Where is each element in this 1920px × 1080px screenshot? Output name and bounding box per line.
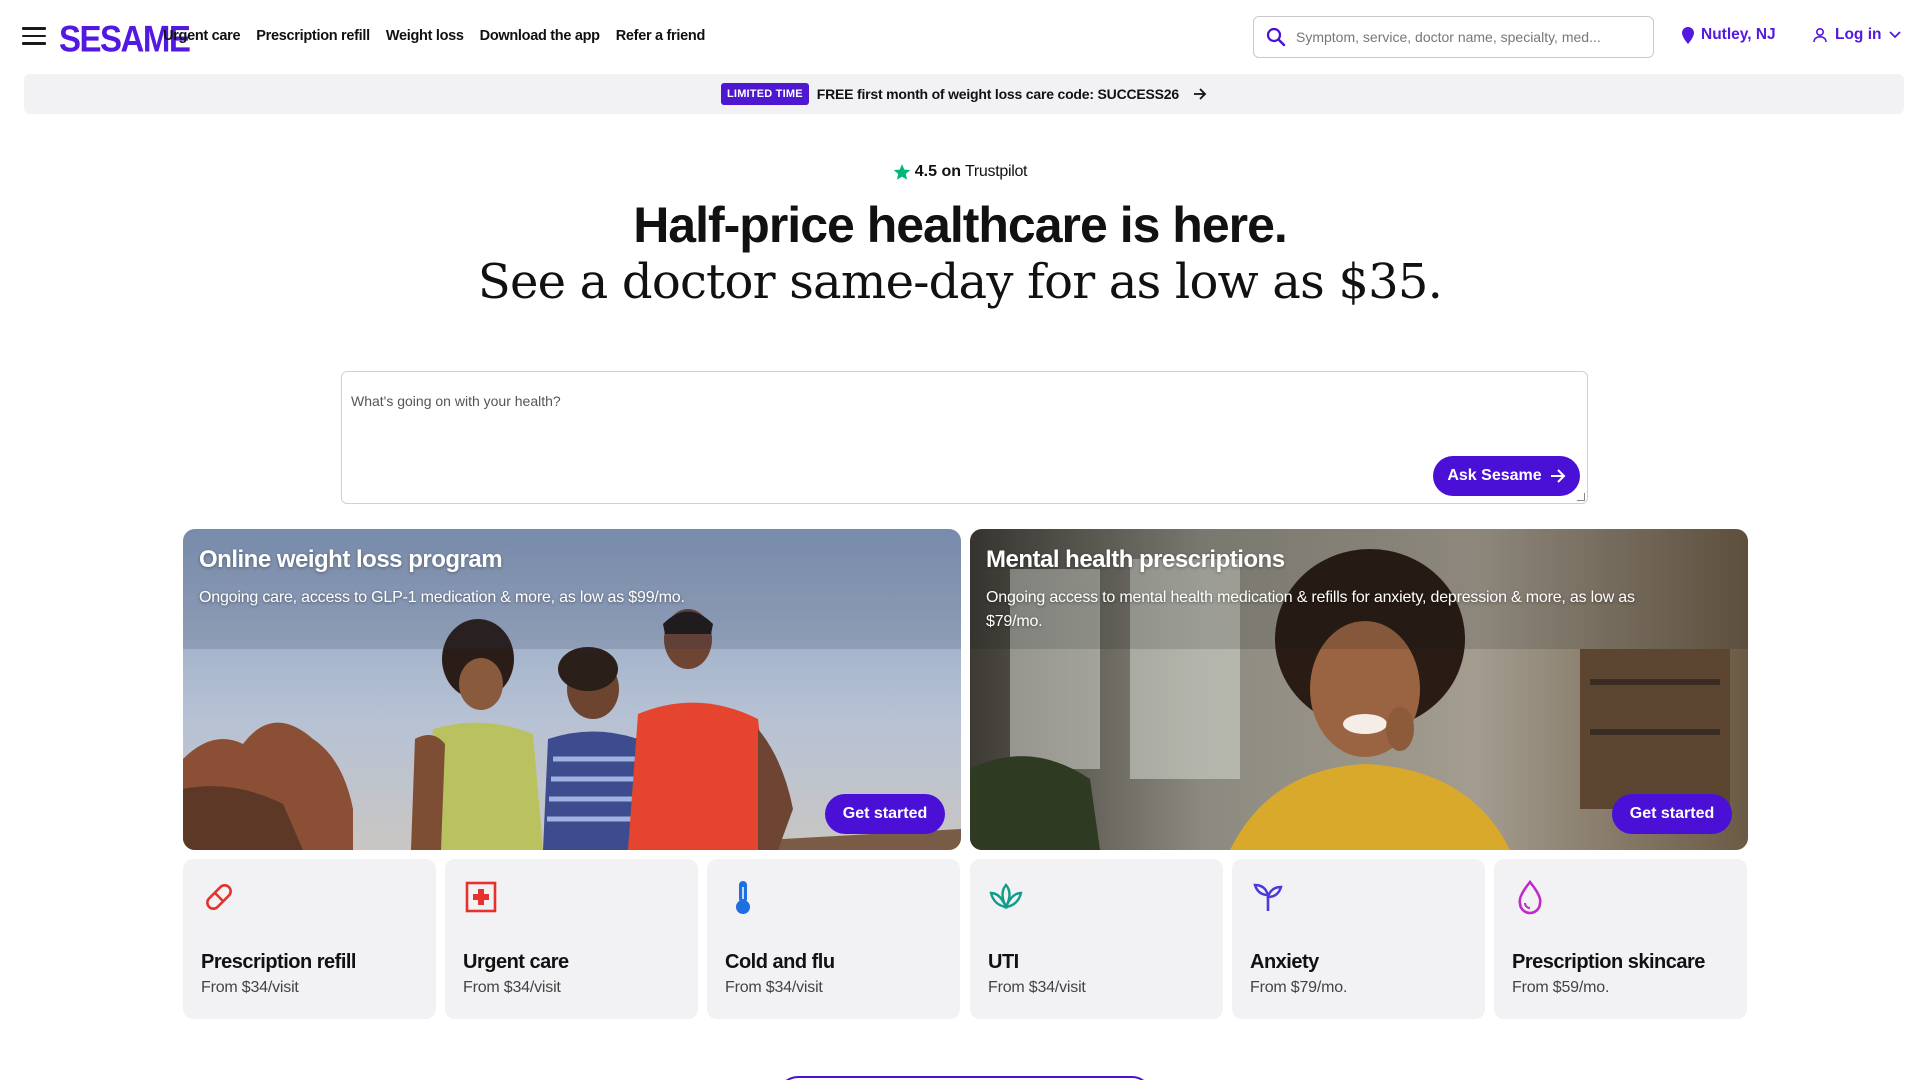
location-label: Nutley, NJ xyxy=(1701,26,1776,43)
nav-download-app[interactable]: Download the app xyxy=(480,28,600,44)
feature-description: Ongoing access to mental health medicati… xyxy=(986,589,1635,630)
chevron-down-icon xyxy=(1888,31,1901,39)
first-aid-icon xyxy=(465,881,497,913)
service-name: Prescription refill xyxy=(201,951,357,973)
service-price: From $34/visit xyxy=(201,979,299,996)
menu-icon[interactable] xyxy=(22,27,46,47)
login-label: Log in xyxy=(1835,26,1882,43)
login-button[interactable]: Log in xyxy=(1812,26,1901,44)
nav-weight-loss[interactable]: Weight loss xyxy=(386,28,464,44)
service-name: Anxiety xyxy=(1250,951,1319,973)
nav-refer-friend[interactable]: Refer a friend xyxy=(616,28,706,44)
thermometer-icon xyxy=(736,881,750,914)
service-tile-uti[interactable]: UTI From $34/visit xyxy=(970,859,1223,1019)
promo-text: FREE first month of weight loss care cod… xyxy=(816,86,1179,102)
more-services-button[interactable] xyxy=(778,1076,1152,1080)
star-icon xyxy=(893,164,911,180)
resize-handle[interactable] xyxy=(1577,493,1585,501)
ask-sesame-button[interactable]: Ask Sesame xyxy=(1433,456,1580,496)
service-price: From $79/mo. xyxy=(1250,979,1348,996)
hero-subtitle: See a doctor same-day for as low as $35. xyxy=(477,254,1443,310)
service-price: From $59/mo. xyxy=(1512,979,1610,996)
promo-banner[interactable]: LIMITED TIME FREE first month of weight … xyxy=(24,74,1904,114)
feature-title: Mental health prescriptions xyxy=(986,546,1285,573)
pill-icon xyxy=(206,884,232,910)
arrow-right-icon xyxy=(1193,88,1207,100)
service-tile-urgent-care[interactable]: Urgent care From $34/visit xyxy=(445,859,698,1019)
service-name: Urgent care xyxy=(463,951,569,973)
trustpilot-rating[interactable]: 4.5 on Trustpilot xyxy=(0,163,1920,181)
health-question-input[interactable] xyxy=(342,372,1587,503)
get-started-button[interactable]: Get started xyxy=(1612,794,1732,834)
search-bar[interactable] xyxy=(1253,16,1654,58)
service-price: From $34/visit xyxy=(463,979,561,996)
sprout-icon xyxy=(1253,883,1283,911)
service-tile-prescription-refill[interactable]: Prescription refill From $34/visit xyxy=(183,859,436,1019)
mental-health-card[interactable]: Mental health prescriptions Ongoing acce… xyxy=(970,529,1748,850)
main-nav: Urgent care Prescription refill Weight l… xyxy=(163,28,705,44)
rating-score: 4.5 on xyxy=(914,163,961,180)
get-started-button[interactable]: Get started xyxy=(825,794,945,834)
ask-box: Ask Sesame xyxy=(341,371,1588,504)
location-selector[interactable]: Nutley, NJ xyxy=(1682,26,1776,44)
service-tile-anxiety[interactable]: Anxiety From $79/mo. xyxy=(1232,859,1485,1019)
ask-button-label: Ask Sesame xyxy=(1447,467,1542,484)
lotus-icon xyxy=(989,883,1023,910)
service-price: From $34/visit xyxy=(988,979,1086,996)
service-price: From $34/visit xyxy=(725,979,823,996)
hero-title: Half-price healthcare is here. xyxy=(633,197,1288,253)
user-icon xyxy=(1813,27,1827,43)
nav-prescription-refill[interactable]: Prescription refill xyxy=(256,28,370,44)
trustpilot-label: Trustpilot xyxy=(965,163,1028,180)
limited-time-badge: LIMITED TIME xyxy=(721,83,809,105)
nav-urgent-care[interactable]: Urgent care xyxy=(163,28,241,44)
feature-title: Online weight loss program xyxy=(199,546,503,573)
service-name: Cold and flu xyxy=(725,951,835,973)
search-icon xyxy=(1266,27,1286,47)
feature-description: Ongoing care, access to GLP-1 medication… xyxy=(199,589,685,606)
service-name: UTI xyxy=(988,951,1019,973)
service-name: Prescription skincare xyxy=(1512,951,1705,973)
weight-loss-card[interactable]: Online weight loss program Ongoing care,… xyxy=(183,529,961,850)
droplet-icon xyxy=(1518,879,1542,915)
service-tile-cold-flu[interactable]: Cold and flu From $34/visit xyxy=(707,859,960,1019)
search-input[interactable] xyxy=(1286,17,1653,57)
top-header: SESAME Urgent care Prescription refill W… xyxy=(0,0,1920,74)
service-tile-prescription-skincare[interactable]: Prescription skincare From $59/mo. xyxy=(1494,859,1747,1019)
location-pin-icon xyxy=(1682,26,1694,44)
arrow-right-icon xyxy=(1550,469,1566,483)
